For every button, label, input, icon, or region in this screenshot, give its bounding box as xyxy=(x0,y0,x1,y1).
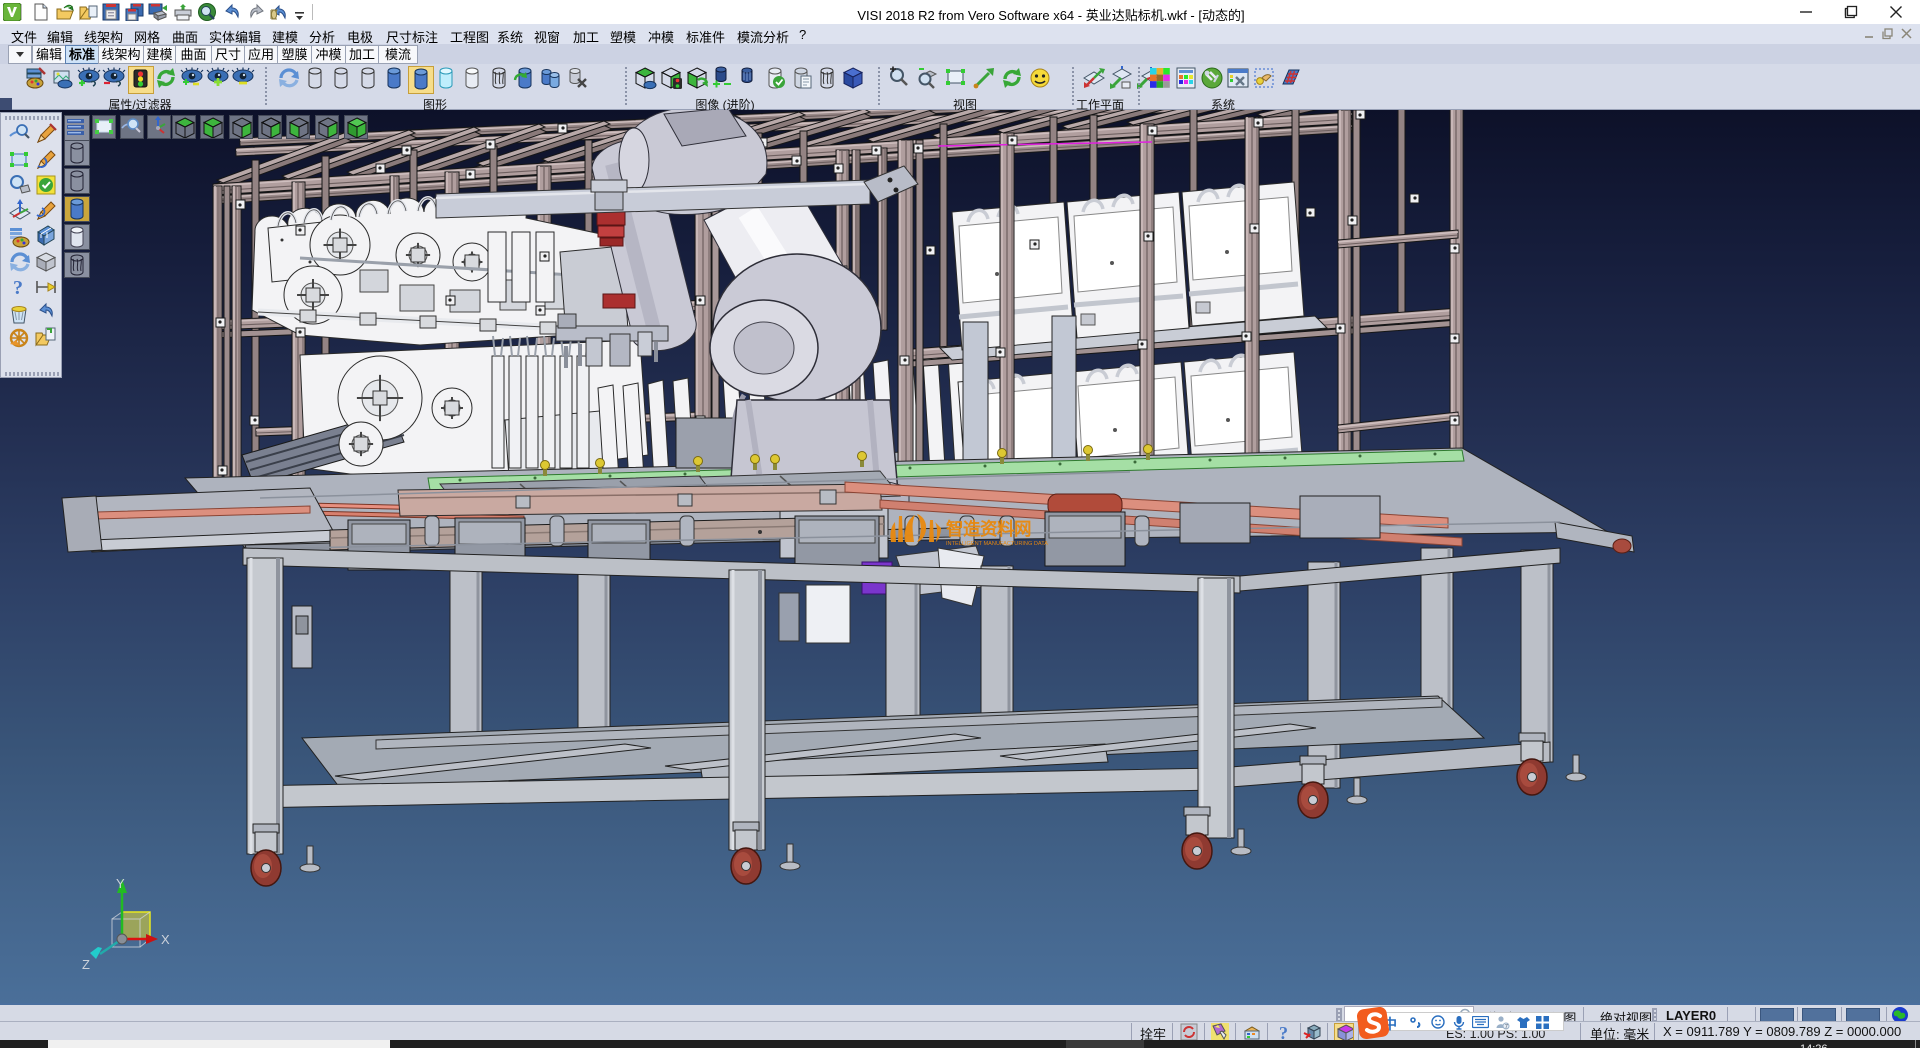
svg-text:Y: Y xyxy=(116,877,125,891)
svg-text:INTELLIGENT MANUFACTURING DATA: INTELLIGENT MANUFACTURING DATA xyxy=(946,541,1048,547)
svg-text:Z: Z xyxy=(82,957,90,972)
svg-text:?: ? xyxy=(13,277,23,299)
svg-text:X: X xyxy=(161,932,170,947)
svg-text:?: ? xyxy=(1279,1023,1288,1041)
svg-text:智造资料网: 智造资料网 xyxy=(946,519,1031,539)
